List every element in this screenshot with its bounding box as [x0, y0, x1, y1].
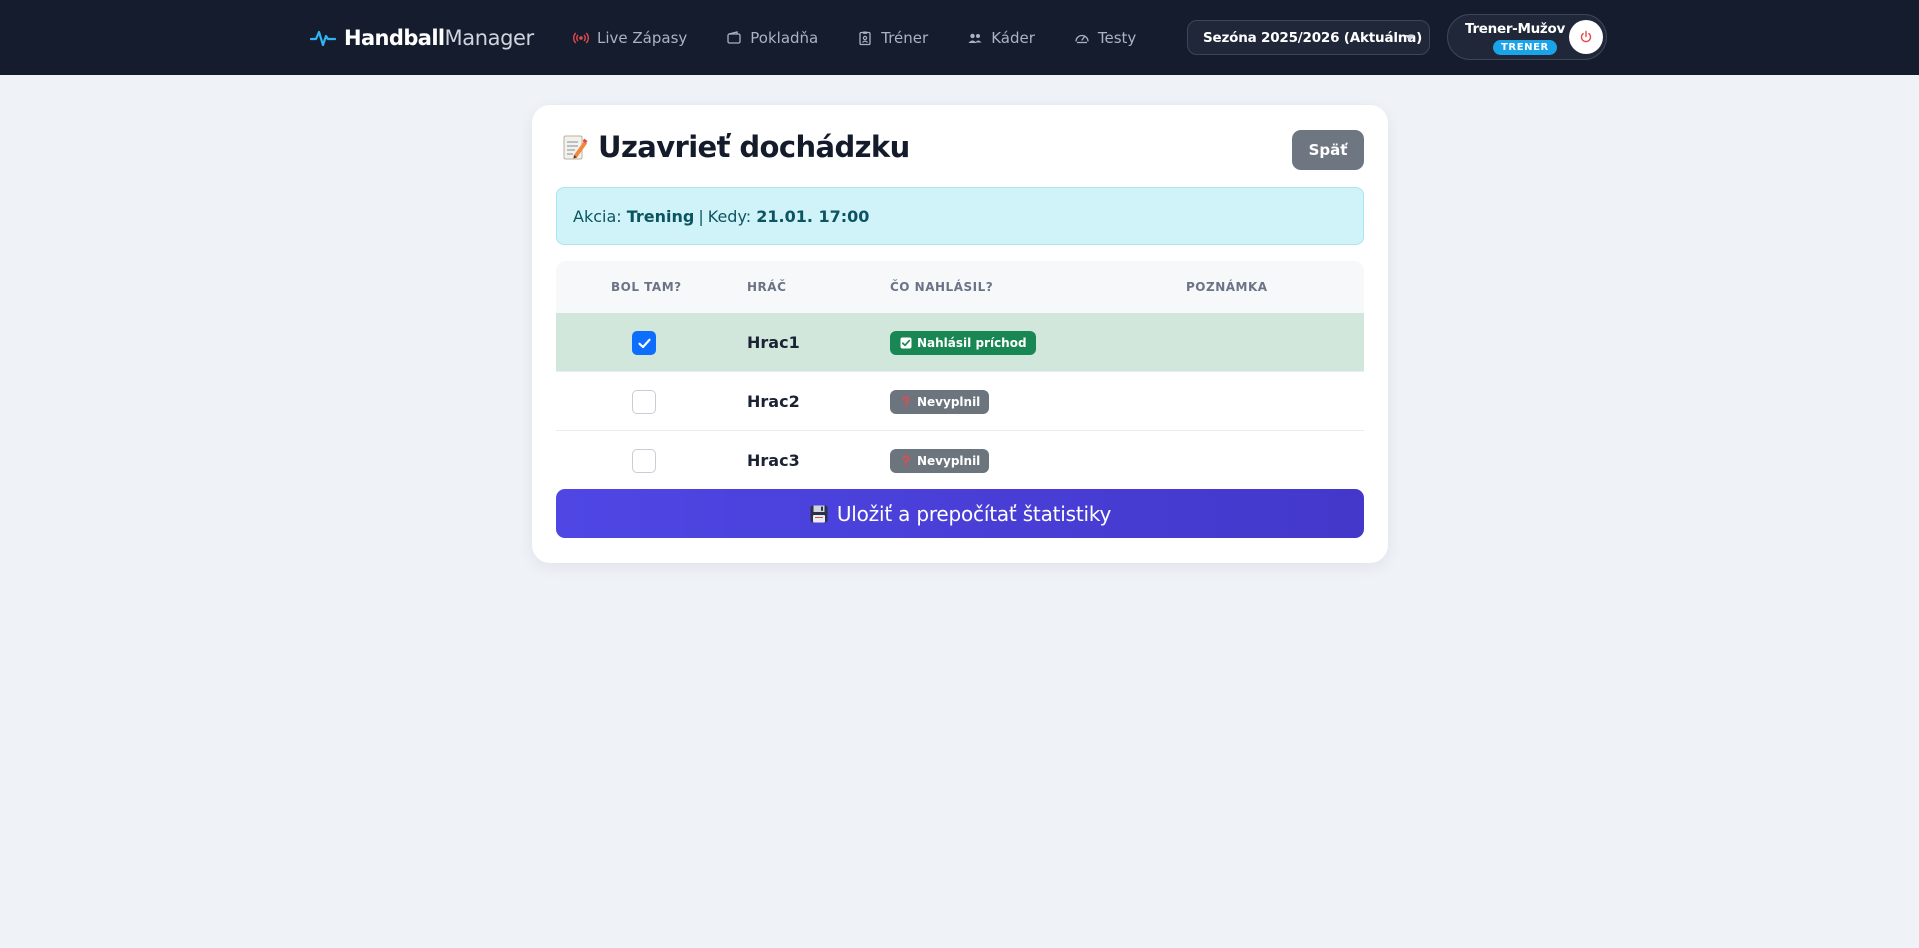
save-button-label: Uložiť a prepočítať štatistiky [836, 501, 1112, 526]
present-checkbox[interactable] [632, 390, 656, 414]
check-icon [638, 338, 651, 349]
speedometer-icon [1073, 29, 1091, 47]
question-mark-icon [900, 396, 912, 408]
main-nav: Live Zápasy Pokladňa Tréner Káder Testy [572, 24, 1174, 52]
back-button[interactable]: Späť [1292, 130, 1364, 170]
pulse-icon [310, 30, 336, 47]
col-header-note: POZNÁMKA [1186, 280, 1268, 294]
col-header-reported: ČO NAHLÁSIL? [890, 280, 994, 294]
player-name: Hrac3 [747, 451, 800, 470]
nav-live-zapasy[interactable]: Live Zápasy [572, 29, 687, 47]
clipboard-icon [856, 29, 874, 47]
when-value: 21.01. 17:00 [756, 206, 870, 226]
nav-live-zapasy-label: Live Zápasy [597, 29, 688, 47]
user-menu: Trener-Mužov TRENER [1447, 14, 1607, 60]
col-header-present: BOL TAM? [611, 280, 682, 294]
event-value: Trening [626, 206, 695, 226]
people-icon [966, 29, 984, 47]
save-and-recalculate-button[interactable]: Uložiť a prepočítať štatistiky [556, 489, 1364, 538]
brand-name-light: Manager [444, 26, 535, 50]
nav-trener[interactable]: Tréner [856, 29, 928, 47]
page-title: Uzavrieť dochádzku [562, 127, 910, 167]
player-name: Hrac1 [747, 333, 800, 352]
check-box-icon [900, 337, 912, 349]
status-badge-label: Nevyplnil [917, 454, 981, 468]
status-badge-label: Nevyplnil [917, 395, 981, 409]
logout-button[interactable] [1569, 20, 1603, 54]
player-name: Hrac2 [747, 392, 800, 411]
table-row: Hrac2 Nevyplnil [556, 372, 1364, 431]
nav-kader[interactable]: Káder [966, 29, 1035, 47]
user-name: Trener-Mužov [1465, 21, 1565, 37]
top-navbar: Handball Manager Live Zápasy Pokladňa Tré… [0, 0, 1919, 75]
present-checkbox[interactable] [632, 449, 656, 473]
info-separator: | [698, 206, 704, 226]
page-title-text: Uzavrieť dochádzku [598, 130, 910, 164]
present-checkbox[interactable] [632, 331, 656, 355]
brand-logo[interactable]: Handball Manager [310, 22, 534, 54]
table-header: BOL TAM? HRÁČ ČO NAHLÁSIL? POZNÁMKA [556, 261, 1364, 313]
memo-icon [563, 135, 588, 160]
nav-trener-label: Tréner [881, 29, 929, 47]
status-badge: Nevyplnil [890, 449, 990, 473]
status-badge-label: Nahlásil príchod [917, 336, 1027, 350]
table-row: Hrac3 Nevyplnil [556, 431, 1364, 490]
season-select-value: Sezóna 2025/2026 (Aktuálna) [1203, 29, 1423, 46]
nav-pokladna-label: Pokladňa [750, 29, 819, 47]
nav-testy-label: Testy [1097, 29, 1137, 47]
question-mark-icon [900, 455, 912, 467]
status-badge: Nevyplnil [890, 390, 990, 414]
event-label: Akcia: [573, 206, 622, 226]
nav-pokladna[interactable]: Pokladňa [725, 29, 818, 47]
nav-kader-label: Káder [991, 29, 1035, 47]
wallet-icon [725, 29, 743, 47]
season-select[interactable]: Sezóna 2025/2026 (Aktuálna) [1187, 20, 1430, 55]
table-row: Hrac1 Nahlásil príchod [556, 313, 1364, 372]
brand-name-bold: Handball [344, 26, 445, 50]
broadcast-icon [572, 29, 590, 47]
when-label: Kedy: [707, 206, 752, 226]
status-badge: Nahlásil príchod [890, 331, 1036, 355]
power-icon [1580, 30, 1592, 43]
nav-testy[interactable]: Testy [1073, 29, 1136, 47]
event-info-alert: Akcia: Trening | Kedy: 21.01. 17:00 [556, 187, 1364, 245]
chevron-down-icon [1405, 35, 1415, 41]
role-badge: TRENER [1493, 40, 1557, 55]
col-header-player: HRÁČ [747, 280, 787, 294]
floppy-disk-icon [810, 505, 828, 522]
attendance-card: Uzavrieť dochádzku Späť Akcia: Trening | K… [532, 105, 1388, 563]
attendance-table: BOL TAM? HRÁČ ČO NAHLÁSIL? POZNÁMKA Hrac… [556, 261, 1364, 490]
